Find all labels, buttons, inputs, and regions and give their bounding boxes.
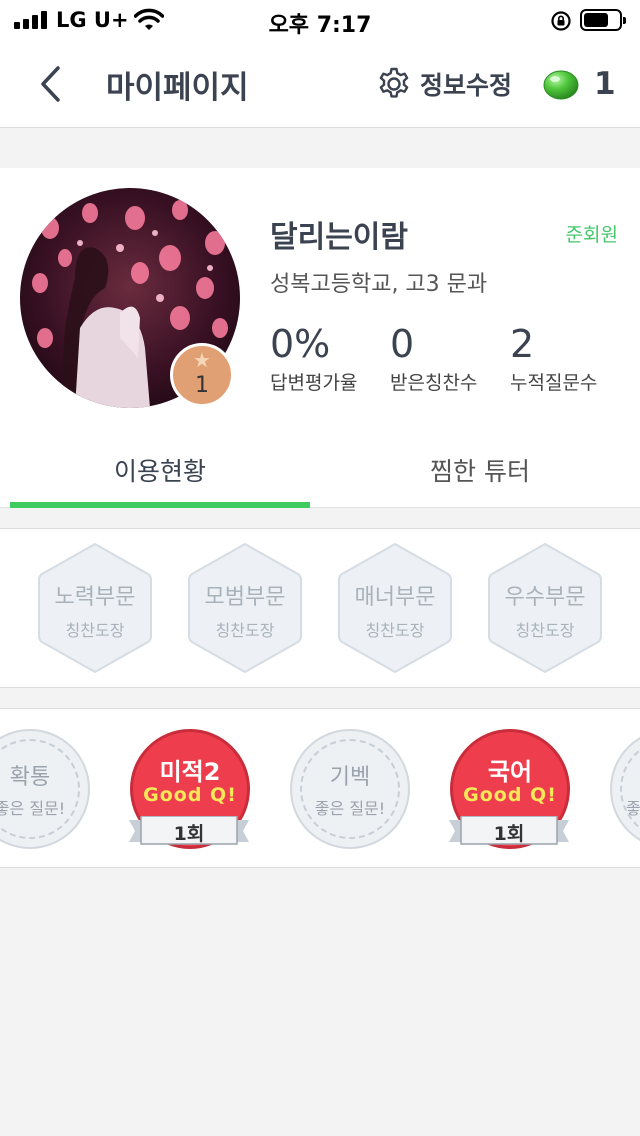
stat-value: 0 bbox=[390, 322, 415, 366]
member-grade: 준회원 bbox=[565, 224, 618, 246]
stamp-count: 1회 bbox=[493, 823, 525, 845]
rotation-lock-icon bbox=[551, 11, 571, 31]
stamp-title: 미적2 bbox=[159, 758, 221, 786]
stamp-count-ribbon: 1회 bbox=[129, 816, 249, 846]
badge-model[interactable]: 모범부문 칭찬도장 bbox=[186, 541, 304, 675]
stat-label: 받은칭찬수 bbox=[390, 372, 478, 394]
stamp-count-ribbon: 1회 bbox=[449, 816, 569, 846]
active-tab-indicator bbox=[10, 502, 310, 508]
badge-subtitle: 칭찬도장 bbox=[215, 621, 275, 640]
badge-subtitle: 칭찬도장 bbox=[65, 621, 125, 640]
stamp-subtitle: Good Q! bbox=[463, 784, 557, 806]
stamp-title: 기벡 bbox=[329, 765, 371, 790]
stat-label: 누적질문수 bbox=[510, 372, 598, 394]
praise-badges-section: 노력부문 칭찬도장 모범부문 칭찬도장 매너부문 칭찬도장 우수부문 칭찬도장 bbox=[0, 528, 640, 688]
stat-value: 0% bbox=[270, 322, 331, 366]
stamp-calculus2[interactable]: 미적2 Good Q! 1회 bbox=[129, 729, 250, 849]
stamp-subtitle: 좋 bbox=[626, 799, 640, 818]
subject-stamps-scroller[interactable]: 확통 좋은 질문! 미적2 Good Q! 1회 기벡 좋은 질문! 국어 Go… bbox=[0, 708, 640, 868]
points-counter[interactable]: 1 bbox=[542, 62, 616, 106]
gear-icon bbox=[379, 67, 409, 98]
tab-usage-status[interactable]: 이용현황 bbox=[10, 452, 310, 488]
nav-bar: 마이페이지 정보수정 1 bbox=[0, 40, 640, 128]
badge-excellence[interactable]: 우수부문 칭찬도장 bbox=[486, 541, 604, 675]
stat-received-praise: 0 받은칭찬수 bbox=[390, 322, 477, 395]
stat-total-questions: 2 누적질문수 bbox=[510, 322, 597, 395]
star-icon: ★ bbox=[193, 348, 211, 372]
stamp-title: 국어 bbox=[487, 758, 533, 786]
tab-favorite-tutors[interactable]: 찜한 튜터 bbox=[330, 452, 630, 488]
back-chevron-icon[interactable] bbox=[30, 62, 70, 106]
stamp-korean[interactable]: 국어 Good Q! 1회 bbox=[449, 729, 570, 849]
tab-bar: 이용현황 찜한 튜터 bbox=[0, 428, 640, 508]
stamp-subtitle: 좋은 질문! bbox=[0, 799, 66, 818]
clock-label: 오후 7:17 bbox=[268, 13, 372, 38]
stat-answer-rating: 0% 답변평가율 bbox=[270, 322, 357, 395]
stamp-probability[interactable]: 확통 좋은 질문! bbox=[0, 729, 90, 849]
badge-title: 우수부문 bbox=[504, 585, 586, 610]
school-info: 성복고등학교, 고3 문과 bbox=[270, 272, 488, 297]
green-gem-icon bbox=[543, 70, 579, 100]
badge-subtitle: 칭찬도장 bbox=[365, 621, 425, 640]
battery-icon bbox=[580, 9, 626, 31]
points-value: 1 bbox=[594, 66, 616, 102]
stat-value: 2 bbox=[510, 322, 535, 366]
stamp-subtitle: Good Q! bbox=[143, 784, 237, 806]
nickname: 달리는이람 bbox=[270, 220, 408, 255]
status-bar: LG U+ 오후 7:17 bbox=[0, 0, 640, 40]
badge-title: 노력부문 bbox=[54, 585, 136, 610]
badge-subtitle: 칭찬도장 bbox=[515, 621, 575, 640]
edit-profile-label: 정보수정 bbox=[420, 71, 513, 100]
stamp-count: 1회 bbox=[173, 823, 205, 845]
level-value: 1 bbox=[195, 373, 209, 398]
stamp-subtitle: 좋은 질문! bbox=[314, 799, 386, 818]
stamp-geometry-vector[interactable]: 기벡 좋은 질문! bbox=[290, 729, 410, 849]
badge-title: 모범부문 bbox=[204, 585, 286, 610]
badge-effort[interactable]: 노력부문 칭찬도장 bbox=[36, 541, 154, 675]
stamp-partial[interactable]: 좋 bbox=[610, 729, 640, 849]
level-badge: ★ 1 bbox=[170, 343, 234, 407]
edit-profile-button[interactable]: 정보수정 bbox=[376, 62, 512, 106]
badge-title: 매너부문 bbox=[354, 585, 436, 610]
stamp-title: 확통 bbox=[9, 765, 51, 790]
badge-manner[interactable]: 매너부문 칭찬도장 bbox=[336, 541, 454, 675]
page-title: 마이페이지 bbox=[106, 70, 249, 106]
stat-label: 답변평가율 bbox=[270, 372, 358, 394]
